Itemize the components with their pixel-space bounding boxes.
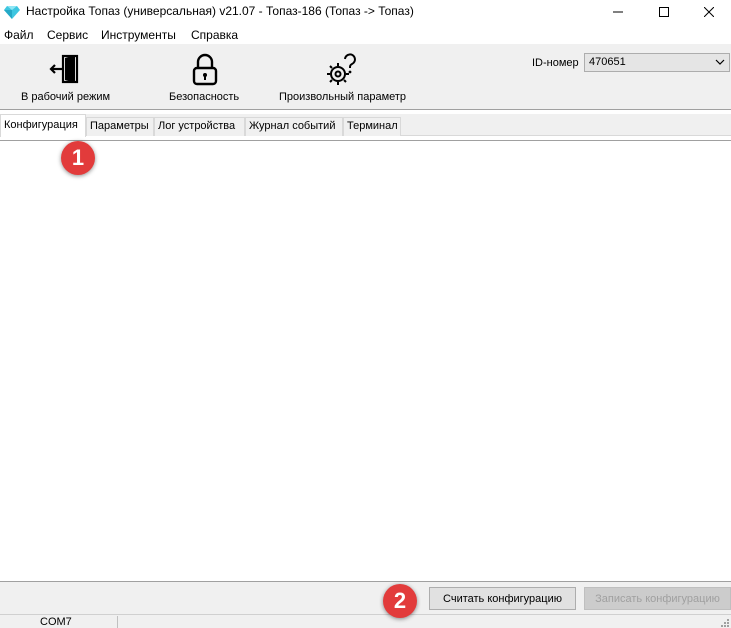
write-config-button[interactable]: Записать конфигурацию	[584, 587, 731, 610]
tab-parameters[interactable]: Параметры	[86, 117, 154, 136]
tab-terminal[interactable]: Терминал	[343, 117, 401, 136]
chevron-down-icon	[715, 59, 725, 65]
diamond-app-icon	[4, 6, 20, 19]
work-mode-button[interactable]: В рабочий режим	[12, 44, 122, 108]
status-bar: COM7	[0, 614, 731, 628]
tab-device-log-label: Лог устройства	[158, 120, 236, 132]
tab-configuration[interactable]: Конфигурация	[0, 114, 86, 137]
security-button[interactable]: Безопасность	[160, 44, 250, 108]
read-config-button[interactable]: Считать конфигурацию	[429, 587, 576, 610]
lock-icon	[192, 53, 218, 86]
menu-help[interactable]: Справка	[191, 28, 238, 42]
menu-file[interactable]: Файл	[4, 28, 34, 42]
id-number-label: ID-номер	[532, 57, 579, 69]
close-icon	[704, 7, 714, 17]
tab-configuration-label: Конфигурация	[4, 119, 78, 131]
tab-strip: Конфигурация Параметры Лог устройства Жу…	[0, 114, 731, 137]
tab-event-journal-label: Журнал событий	[249, 120, 336, 132]
custom-param-label: Произвольный параметр	[279, 91, 407, 103]
id-number-select[interactable]: 470651	[584, 53, 730, 72]
tab-event-journal[interactable]: Журнал событий	[245, 117, 343, 136]
action-panel: Считать конфигурацию Записать конфигурац…	[0, 581, 731, 614]
exit-door-icon	[49, 54, 79, 84]
close-button[interactable]	[686, 0, 731, 24]
security-label: Безопасность	[169, 91, 240, 103]
tab-parameters-label: Параметры	[90, 120, 149, 132]
read-config-label: Считать конфигурацию	[443, 592, 562, 605]
title-bar: Настройка Топаз (универсальная) v21.07 -…	[0, 0, 731, 24]
toolbar: В рабочий режим Безопасность Произвольны…	[0, 44, 731, 110]
gear-question-icon	[327, 53, 356, 85]
maximize-button[interactable]	[641, 0, 687, 24]
annotation-badge-2: 2	[383, 584, 417, 618]
window-title: Настройка Топаз (универсальная) v21.07 -…	[26, 4, 414, 18]
tab-terminal-label: Терминал	[347, 120, 398, 132]
status-port: COM7	[40, 616, 72, 628]
maximize-icon	[659, 7, 669, 17]
minimize-button[interactable]	[595, 0, 641, 24]
write-config-label: Записать конфигурацию	[595, 592, 720, 605]
menu-bar: Файл Сервис Инструменты Справка	[0, 26, 731, 44]
configuration-panel	[0, 140, 731, 581]
custom-param-button[interactable]: Произвольный параметр	[272, 44, 412, 108]
tab-device-log[interactable]: Лог устройства	[154, 117, 245, 136]
id-number-value: 470651	[589, 56, 626, 68]
annotation-badge-1: 1	[61, 141, 95, 175]
resize-grip-icon[interactable]	[719, 617, 729, 627]
minimize-icon	[613, 11, 623, 13]
status-divider	[117, 616, 118, 628]
menu-service[interactable]: Сервис	[47, 28, 88, 42]
work-mode-label: В рабочий режим	[21, 91, 111, 103]
menu-tools[interactable]: Инструменты	[101, 28, 176, 42]
